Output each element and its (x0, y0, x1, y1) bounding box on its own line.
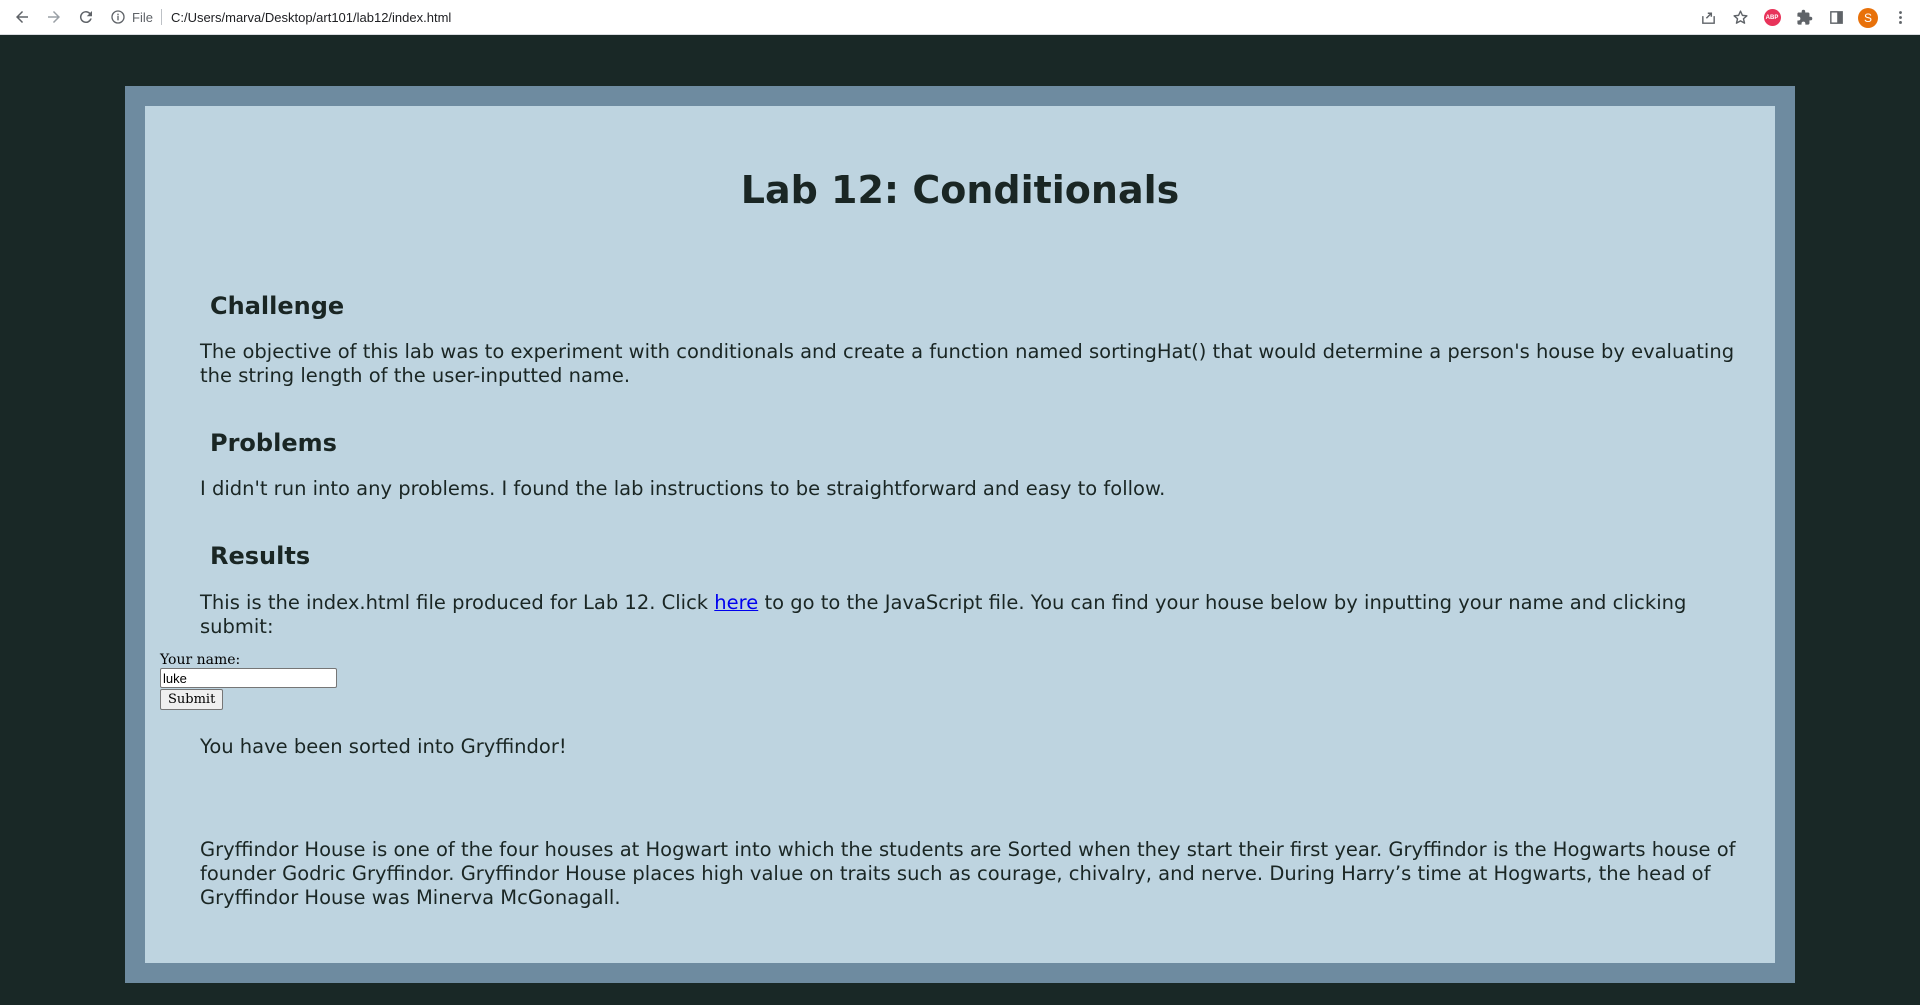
kebab-menu-icon (1898, 11, 1902, 24)
info-icon[interactable] (110, 9, 126, 25)
name-input[interactable] (160, 668, 337, 688)
omnibox-separator (160, 9, 162, 25)
extensions-button[interactable] (1788, 4, 1820, 32)
puzzle-icon (1796, 9, 1812, 25)
side-panel-button[interactable] (1820, 4, 1852, 32)
url-text[interactable]: C:/Users/marva/Desktop/art101/lab12/inde… (171, 10, 451, 25)
page-title: Lab 12: Conditionals (740, 168, 1180, 212)
name-label: Your name: (160, 652, 241, 668)
browser-toolbar: File C:/Users/marva/Desktop/art101/lab12… (0, 0, 1920, 35)
arrow-left-icon (16, 11, 28, 23)
share-button[interactable] (1692, 4, 1724, 32)
star-icon (1732, 10, 1748, 24)
sorting-form: Your name: Submit (160, 652, 337, 710)
adblock-extension-button[interactable]: ABP (1756, 4, 1788, 32)
reload-icon (79, 11, 92, 24)
page-frame: Lab 12: Conditionals Challenge The objec… (125, 86, 1795, 983)
menu-button[interactable] (1884, 4, 1916, 32)
side-panel-icon (1829, 11, 1843, 24)
share-icon (1701, 12, 1715, 24)
address-bar[interactable]: File C:/Users/marva/Desktop/art101/lab12… (110, 4, 1764, 30)
results-text: This is the index.html file produced for… (200, 591, 1760, 639)
challenge-text: The objective of this lab was to experim… (200, 340, 1735, 387)
challenge-heading: Challenge (210, 292, 345, 320)
problems-heading: Problems (210, 429, 337, 457)
profile-button[interactable]: S (1852, 4, 1884, 32)
submit-button[interactable]: Submit (160, 689, 224, 710)
bookmark-button[interactable] (1724, 4, 1756, 32)
house-description: Gryffindor House is one of the four hous… (200, 838, 1736, 909)
scheme-label: File (132, 9, 153, 25)
reload-button[interactable] (72, 3, 100, 31)
results-text-start: This is the index.html file produced for… (200, 591, 715, 614)
results-heading: Results (210, 542, 311, 570)
sorting-result: You have been sorted into Gryffindor! (200, 735, 567, 758)
back-button[interactable] (8, 3, 36, 31)
problems-text: I didn't run into any problems. I found … (200, 477, 1166, 500)
toolbar-actions: ABP S (1692, 0, 1920, 35)
javascript-file-link[interactable]: here (714, 591, 758, 614)
arrow-right-icon (48, 11, 60, 23)
forward-button[interactable] (40, 3, 68, 31)
avatar: S (1858, 7, 1878, 28)
adblock-icon: ABP (1763, 9, 1781, 26)
content-panel: Lab 12: Conditionals Challenge The objec… (145, 106, 1775, 963)
